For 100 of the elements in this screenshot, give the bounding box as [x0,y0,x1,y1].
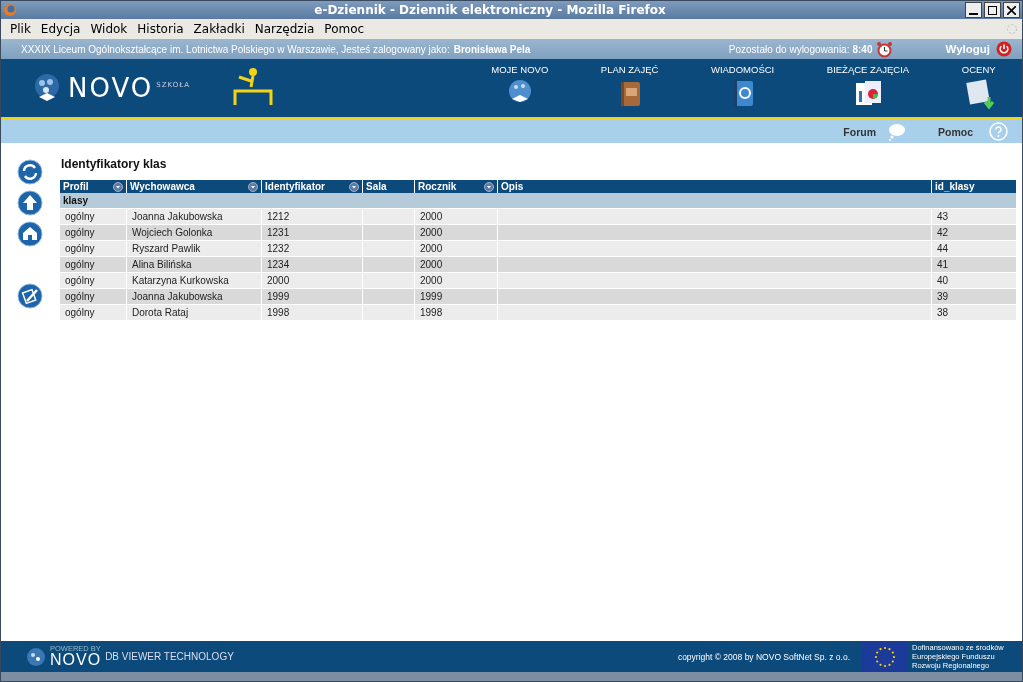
table-cell: 1998 [262,304,362,320]
column-header[interactable]: Wychowawca [127,180,261,193]
user-name: Bronisława Pela [453,43,531,55]
copyright-text: copyright © 2008 by NOVO SoftNet Sp. z o.o. [677,651,850,662]
table-cell [363,224,414,240]
table-row[interactable]: ogólny Joanna Jakubowska 1999 1999 39 [60,288,1016,304]
menu-item[interactable]: Plik [5,22,36,36]
power-icon[interactable] [996,41,1012,57]
column-header[interactable]: Opis [498,180,931,193]
menu-item[interactable]: Pomoc [319,22,370,36]
table-cell: ogólny [60,256,126,272]
table-cell: Ryszard Pawlik [127,240,261,256]
table-cell: 2000 [262,272,362,288]
loading-spinner-icon [1006,23,1018,35]
table-cell: Wojciech Golonka [127,224,261,240]
table-cell: 1212 [262,208,362,224]
nav-item[interactable]: PLAN ZAJĘĆ [600,59,659,117]
table-cell: Dorota Rataj [127,304,261,320]
table-cell [363,288,414,304]
alarm-clock-icon [876,40,894,58]
table-row[interactable]: ogólny Ryszard Pawlik 1232 2000 44 [60,240,1016,256]
firefox-icon [3,3,17,17]
table-row[interactable]: ogólny Alina Bilińska 1234 2000 41 [60,256,1016,272]
logout-timer: 8:40 [852,43,873,55]
nav-item[interactable]: WIADOMOŚCI [710,59,775,117]
menu-item[interactable]: Zakładki [188,22,250,36]
close-button[interactable] [1003,2,1020,18]
maximize-button[interactable] [984,2,1001,18]
table-cell: 2000 [415,256,497,272]
table-cell: 38 [932,304,1016,320]
table-cell: 2000 [415,240,497,256]
refresh-icon[interactable] [17,159,43,185]
logout-timer-label: Pozostało do wylogowania: [728,43,850,55]
filter-dropdown-icon[interactable] [248,181,258,192]
table-cell: ogólny [60,240,126,256]
table-cell: 2000 [415,272,497,288]
table-cell: ogólny [60,272,126,288]
table-cell: 1999 [262,288,362,304]
logo-text: NOVO [68,73,154,103]
table-cell [363,256,414,272]
table-cell: Katarzyna Kurkowska [127,272,261,288]
menu-item[interactable]: Edycja [35,22,86,36]
table-cell [363,208,414,224]
minimize-icon [969,12,978,15]
filter-dropdown-icon[interactable] [484,181,494,192]
table-row[interactable]: ogólny Katarzyna Kurkowska 2000 2000 40 [60,272,1016,288]
db-viewer-label: DB VIEWER TECHNOLOGY [105,651,234,662]
eu-flag-icon [862,641,908,672]
table-cell: 2000 [415,224,497,240]
table-cell [363,304,414,320]
column-header[interactable]: id_klasy [932,180,1016,193]
group-header: klasy [60,193,1016,208]
table-cell: ogólny [60,208,126,224]
filter-dropdown-icon[interactable] [349,181,359,192]
nav-item[interactable]: OCENY [961,59,996,117]
close-icon [1007,5,1016,15]
column-header[interactable]: Rocznik [415,180,497,193]
table-cell [363,240,414,256]
table-cell: ogólny [60,224,126,240]
home-icon[interactable] [17,221,43,247]
menu-item[interactable]: Historia [132,22,189,36]
table-cell: 1998 [415,304,497,320]
table-row[interactable]: ogólny Wojciech Golonka 1231 2000 42 [60,224,1016,240]
table-cell: 40 [932,272,1016,288]
maximize-icon [988,5,997,15]
novo-brand: NOVO [50,652,102,669]
table-cell: 1231 [262,224,362,240]
table-cell: 43 [932,208,1016,224]
table-cell: ogólny [60,304,126,320]
page-title: Identyfikatory klas [61,157,168,171]
nav-item[interactable]: MOJE NOVO [491,59,549,117]
table-row[interactable]: ogólny Joanna Jakubowska 1212 2000 43 [60,208,1016,224]
window-title: e-Dziennik - Dziennik elektroniczny - Mozilla Firefox [313,3,667,17]
minimize-button[interactable] [965,2,982,18]
table-cell: Alina Bilińska [127,256,261,272]
table-cell: 41 [932,256,1016,272]
edit-icon[interactable] [17,283,43,309]
table-cell: 42 [932,224,1016,240]
filter-dropdown-icon[interactable] [113,181,123,192]
table-cell: 1232 [262,240,362,256]
column-header[interactable]: Profil [60,180,126,193]
table-cell [363,272,414,288]
forum-link[interactable]: Forum [843,125,876,138]
menu-item[interactable]: Narzędzia [249,22,320,36]
school-info: XXXIX Liceum Ogólnokształcące im. Lotnictwa Polskiego w Warszawie, Jesteś zalogowany jako: [21,43,450,55]
novo-globe-icon [25,645,47,668]
table-cell: 1999 [415,288,497,304]
table-cell: Joanna Jakubowska [127,288,261,304]
table-cell: ogólny [60,288,126,304]
menu-item[interactable]: Widok [85,22,133,36]
table-row[interactable]: ogólny Dorota Rataj 1998 1998 38 [60,304,1016,320]
table-cell: 1234 [262,256,362,272]
column-header[interactable]: Identyfikator [262,180,362,193]
column-header[interactable]: Sala [363,180,414,193]
help-link[interactable]: Pomoc [938,125,973,138]
table-cell: Joanna Jakubowska [127,208,261,224]
table-cell: 2000 [415,208,497,224]
table-cell: 39 [932,288,1016,304]
table-cell: 44 [932,240,1016,256]
nav-item[interactable]: BIEŻĄCE ZAJĘCIA [826,59,910,117]
